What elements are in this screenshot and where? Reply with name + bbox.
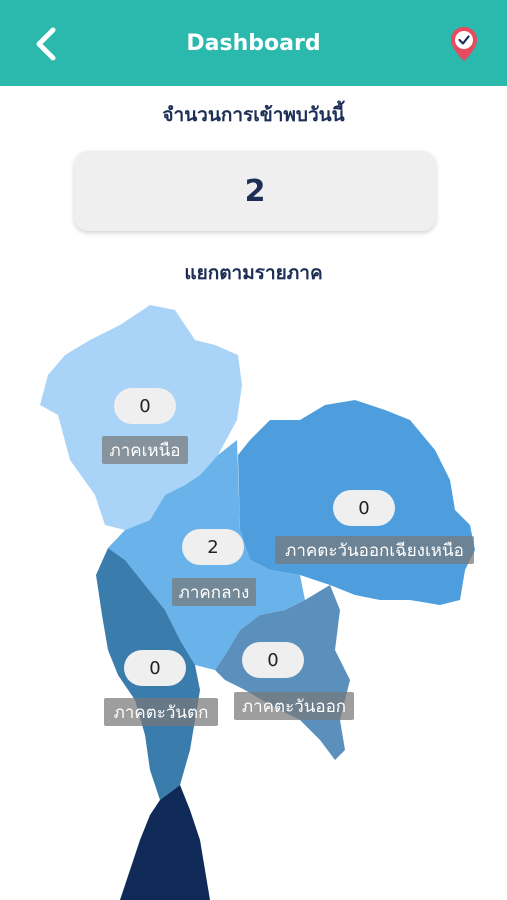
thailand-region-map: 0 ภาคเหนือ 0 ภาคตะวันออกเฉียงเหนือ 2 ภาค… (0, 290, 507, 900)
north-count-value: 0 (139, 395, 151, 417)
central-count-value: 2 (207, 536, 219, 558)
northeast-count: 0 (333, 490, 395, 526)
visits-count-value: 2 (244, 173, 266, 209)
central-count: 2 (182, 529, 244, 565)
location-button[interactable] (446, 24, 482, 64)
visits-today-label: จำนวนการเข้าพบวันนี้ (162, 104, 345, 126)
central-label-text: ภาคกลาง (178, 582, 250, 603)
visits-count-card: 2 (74, 151, 436, 231)
east-label: ภาคตะวันออก (234, 692, 354, 720)
east-count-value: 0 (267, 649, 279, 671)
north-label: ภาคเหนือ (102, 436, 188, 464)
back-button[interactable] (26, 24, 66, 64)
north-count: 0 (114, 388, 176, 424)
west-count: 0 (124, 650, 186, 686)
northeast-label-text: ภาคตะวันออกเฉียงเหนือ (285, 540, 464, 561)
by-region-label: แยกตามรายภาค (184, 262, 323, 284)
map-pin-check-icon (451, 27, 477, 61)
central-label: ภาคกลาง (172, 578, 256, 606)
app-header: Dashboard (0, 0, 507, 86)
east-count: 0 (242, 642, 304, 678)
northeast-label: ภาคตะวันออกเฉียงเหนือ (275, 536, 474, 564)
east-label-text: ภาคตะวันออก (241, 696, 347, 717)
west-label: ภาคตะวันตก (104, 698, 218, 726)
map-region-south[interactable] (120, 785, 210, 900)
northeast-count-value: 0 (358, 497, 370, 519)
north-label-text: ภาคเหนือ (109, 440, 181, 461)
page-title: Dashboard (186, 30, 321, 56)
west-label-text: ภาคตะวันตก (113, 702, 209, 723)
chevron-left-icon (36, 27, 56, 61)
west-count-value: 0 (149, 657, 161, 679)
